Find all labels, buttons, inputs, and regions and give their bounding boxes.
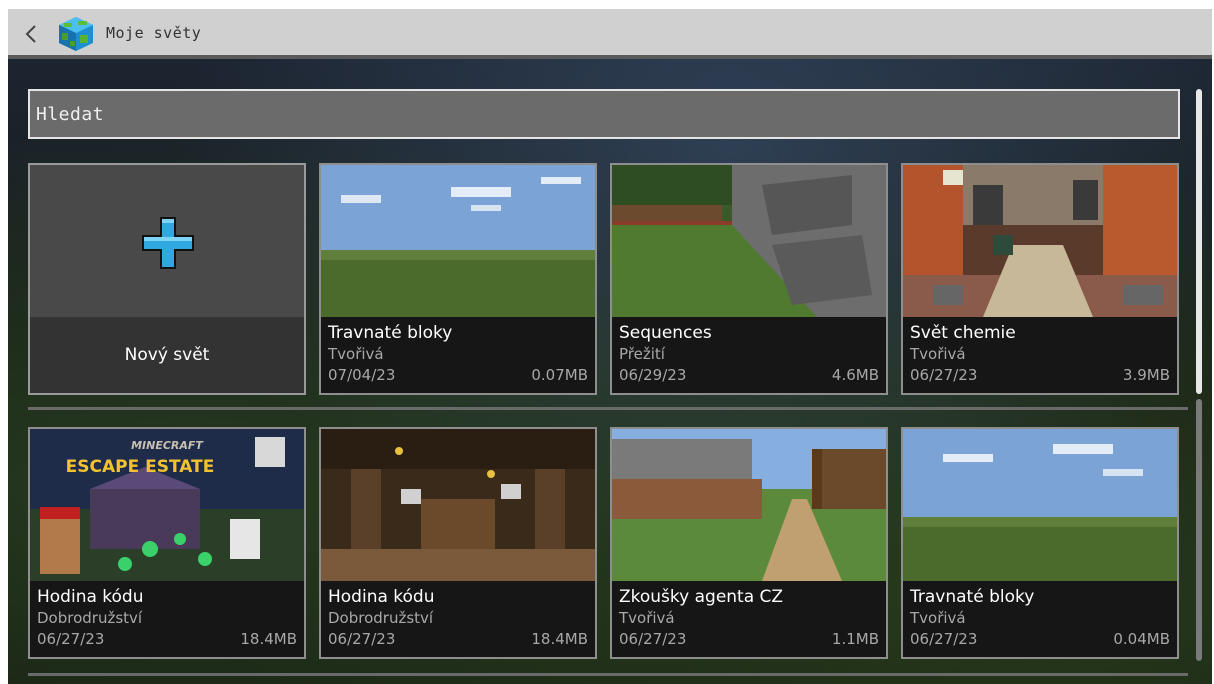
world-size: 4.6MB [831, 366, 879, 384]
world-thumbnail [612, 429, 886, 581]
world-thumbnail [903, 165, 1177, 317]
world-mode: Přežití [619, 345, 665, 363]
world-card[interactable]: MINECRAFT ESCAPE ESTATE Hodina kódu Dobr… [28, 427, 306, 659]
world-card[interactable]: Sequences Přežití 06/29/23 4.6MB [610, 163, 888, 395]
plus-icon [142, 217, 194, 269]
world-date: 06/27/23 [910, 630, 978, 648]
world-thumbnail [321, 429, 595, 581]
world-name: Sequences [619, 323, 712, 343]
world-size: 0.07MB [531, 366, 588, 384]
chevron-left-icon [25, 25, 36, 43]
world-name: Zkoušky agenta CZ [619, 587, 784, 607]
new-world-footer: Nový svět [30, 317, 304, 393]
world-thumbnail [612, 165, 886, 317]
world-mode: Tvořivá [328, 345, 384, 363]
world-mode: Tvořivá [910, 609, 966, 627]
world-date: 06/27/23 [910, 366, 978, 384]
world-date: 06/27/23 [37, 630, 105, 648]
world-date: 06/27/23 [328, 630, 396, 648]
world-list-area: Hledat Nový svět Travnaté bloky Tvořivá … [8, 59, 1212, 684]
world-info: Travnaté bloky Tvořivá 06/27/23 0.04MB [903, 581, 1177, 657]
world-card[interactable]: Hodina kódu Dobrodružství 06/27/23 18.4M… [319, 427, 597, 659]
world-date: 06/29/23 [619, 366, 687, 384]
world-date: 06/27/23 [619, 630, 687, 648]
page-title: Moje světy [106, 24, 202, 42]
world-name: Travnaté bloky [910, 587, 1035, 607]
search-placeholder: Hledat [36, 104, 105, 125]
world-name: Hodina kódu [37, 587, 144, 607]
world-info: Hodina kódu Dobrodružství 06/27/23 18.4M… [321, 581, 595, 657]
escape-logo-top: MINECRAFT [131, 439, 204, 452]
title-bar: Moje světy [8, 9, 1212, 59]
world-size: 3.9MB [1122, 366, 1170, 384]
world-date: 07/04/23 [328, 366, 396, 384]
world-mode: Tvořivá [619, 609, 675, 627]
world-mode: Dobrodružství [37, 609, 143, 627]
globe-icon [59, 17, 93, 51]
world-mode: Tvořivá [910, 345, 966, 363]
world-mode: Dobrodružství [328, 609, 434, 627]
world-card[interactable]: Zkoušky agenta CZ Tvořivá 06/27/23 1.1MB [610, 427, 888, 659]
search-input[interactable]: Hledat [28, 89, 1180, 139]
world-name: Hodina kódu [328, 587, 435, 607]
world-size: 0.04MB [1113, 630, 1170, 648]
world-info: Svět chemie Tvořivá 06/27/23 3.9MB [903, 317, 1177, 393]
world-info: Hodina kódu Dobrodružství 06/27/23 18.4M… [30, 581, 304, 657]
world-card[interactable]: Travnaté bloky Tvořivá 07/04/23 0.07MB [319, 163, 597, 395]
new-world-button[interactable]: Nový svět [28, 163, 306, 395]
world-name: Travnaté bloky [328, 323, 453, 343]
row-divider [28, 407, 1188, 410]
escape-logo-title: ESCAPE ESTATE [66, 457, 215, 477]
back-button[interactable] [18, 18, 44, 50]
world-name: Svět chemie [910, 323, 1016, 343]
world-thumbnail [903, 429, 1177, 581]
scrollbar-track[interactable] [1196, 399, 1202, 661]
world-card[interactable]: Svět chemie Tvořivá 06/27/23 3.9MB [901, 163, 1179, 395]
world-size: 1.1MB [831, 630, 879, 648]
row-divider [28, 673, 1188, 676]
world-info: Zkoušky agenta CZ Tvořivá 06/27/23 1.1MB [612, 581, 886, 657]
world-size: 18.4MB [531, 630, 588, 648]
world-thumbnail [321, 165, 595, 317]
scrollbar-thumb[interactable] [1196, 89, 1202, 394]
world-thumbnail: MINECRAFT ESCAPE ESTATE [30, 429, 304, 581]
world-card[interactable]: Travnaté bloky Tvořivá 06/27/23 0.04MB [901, 427, 1179, 659]
new-world-label: Nový svět [124, 345, 210, 365]
new-world-thumb [30, 165, 304, 317]
world-info: Sequences Přežití 06/29/23 4.6MB [612, 317, 886, 393]
world-size: 18.4MB [240, 630, 297, 648]
world-info: Travnaté bloky Tvořivá 07/04/23 0.07MB [321, 317, 595, 393]
